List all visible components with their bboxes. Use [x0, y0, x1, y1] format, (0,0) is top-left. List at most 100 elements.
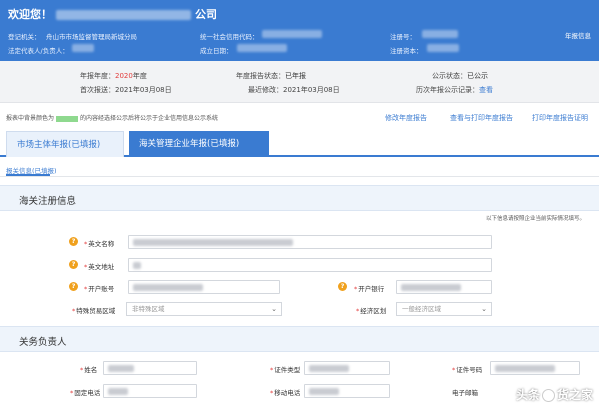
help-icon[interactable]: ? — [69, 237, 78, 246]
field-label-text: 证件类型 — [274, 366, 301, 374]
founded-label: 成立日期： — [200, 47, 233, 55]
public-status: 公示状态：已公示 — [432, 71, 488, 81]
english-name-input[interactable] — [128, 235, 492, 249]
english-address-input[interactable] — [128, 258, 492, 272]
public-status-label: 公示状态： — [432, 72, 467, 80]
first-submit-label: 首次报送： — [80, 86, 115, 94]
field-label-text: 电子邮箱 — [452, 389, 478, 397]
account-no-label: *开户账号 — [84, 285, 115, 293]
report-year-unit: 年度 — [132, 72, 147, 80]
last-modified-value: 2021年03月08日 — [283, 86, 340, 94]
redacted-value — [108, 388, 128, 395]
reg-authority-value: 舟山市市场监督管理局新城分局 — [46, 33, 137, 41]
special-zone-label: *特殊贸易区域 — [72, 307, 116, 315]
watermark-prefix: 头条 — [515, 388, 540, 402]
tab-label: 海关管理企业年报 — [139, 139, 208, 149]
fill-instruction-note: 以下信息请按照企业当前实际情况填写。 — [485, 216, 585, 222]
notice-prefix: 报表中背景颜色为 — [6, 115, 55, 122]
field-label-text: 固定电话 — [74, 389, 101, 397]
watermark-suffix: 货之家 — [556, 388, 593, 402]
report-status-bar: 年报年度：2020年度 首次报送：2021年03月08日 年度报告状态：已年报 … — [0, 61, 599, 103]
economic-zone-label: *经济区划 — [356, 307, 387, 315]
id-type-label: *证件类型 — [270, 366, 301, 374]
color-legend-notice: 报表中背景颜色为 的内容经选择公示后将公示于企业信用信息公示系统 — [6, 113, 218, 122]
redacted-founded-date — [237, 44, 287, 52]
english-name-label: *英文名称 — [84, 240, 115, 248]
divider — [0, 176, 599, 177]
annual-report-info-link[interactable]: 年报信息 — [565, 30, 591, 40]
redacted-value — [133, 239, 293, 246]
chevron-down-icon: ⌄ — [481, 305, 487, 313]
tab-customs-report[interactable]: 海关管理企业年报(已填报) — [129, 131, 269, 157]
print-certificate-link[interactable]: 打印年度报告证明 — [532, 113, 588, 123]
history-records: 历次年报公示记录：查看 — [416, 85, 493, 95]
account-no-input[interactable] — [128, 280, 280, 294]
report-year-label: 年报年度： — [80, 72, 115, 80]
redacted-value — [495, 365, 555, 372]
history-view-link[interactable]: 查看 — [479, 86, 493, 94]
bank-input[interactable] — [396, 280, 492, 294]
year-status-label: 年度报告状态： — [236, 72, 285, 80]
public-status-value: 已公示 — [467, 72, 488, 80]
field-label-text: 经济区划 — [360, 307, 387, 315]
section-title: 关务负责人 — [19, 337, 67, 348]
modify-report-link[interactable]: 修改年度报告 — [385, 113, 427, 123]
report-year: 年报年度：2020年度 — [80, 71, 147, 81]
help-icon[interactable]: ? — [338, 282, 347, 291]
redacted-reg-no — [422, 30, 458, 38]
english-address-label: *英文地址 — [84, 263, 115, 271]
select-value: 非特殊区域 — [132, 305, 165, 313]
report-year-value: 2020 — [115, 72, 133, 80]
field-label-text: 英文地址 — [88, 263, 115, 271]
reg-no-label: 注册号： — [390, 33, 416, 41]
special-zone-select[interactable]: 非特殊区域 ⌄ — [126, 302, 282, 316]
history-label: 历次年报公示记录： — [416, 86, 479, 94]
field-label-text: 开户账号 — [88, 285, 115, 293]
field-label-text: 姓名 — [84, 366, 98, 374]
name-label: *姓名 — [80, 366, 98, 374]
customs-contact-header: 关务负责人 — [0, 326, 599, 352]
redacted-company-name — [56, 10, 191, 20]
view-print-report-link[interactable]: 查看与打印年度报告 — [450, 113, 513, 123]
welcome-suffix: 公司 — [195, 8, 217, 21]
name-input[interactable] — [103, 361, 197, 375]
avatar-icon — [541, 389, 555, 402]
notice-suffix: 的内容经选择公示后将公示于企业信用信息公示系统 — [80, 115, 219, 122]
tab-market-entity-report[interactable]: 市场主体年报(已填报) — [6, 131, 124, 157]
section-title: 海关注册信息 — [19, 196, 77, 207]
id-type-select[interactable] — [304, 361, 390, 375]
tab-status: (已填报) — [68, 140, 101, 150]
tab-status: (已填报) — [207, 139, 240, 149]
legal-rep-label: 法定代表人/负责人： — [8, 47, 69, 55]
last-modified-label: 最近修改： — [248, 86, 283, 94]
id-no-label: *证件号码 — [452, 366, 483, 374]
help-icon[interactable]: ? — [69, 260, 78, 269]
field-label-text: 英文名称 — [88, 240, 115, 248]
redacted-value — [133, 262, 141, 269]
first-submit-value: 2021年03月08日 — [115, 86, 172, 94]
highlight-color-swatch — [56, 115, 79, 122]
help-icon[interactable]: ? — [69, 282, 78, 291]
field-label-text: 开户银行 — [358, 285, 385, 293]
last-modified: 最近修改：2021年03月08日 — [248, 85, 340, 95]
capital-label: 注册资本： — [390, 47, 423, 55]
bank-label: *开户银行 — [354, 285, 385, 293]
mobile-input[interactable] — [304, 384, 390, 398]
welcome-heading: 欢迎您！ 公司 — [8, 6, 217, 22]
id-no-input[interactable] — [490, 361, 580, 375]
field-label-text: 证件号码 — [456, 366, 483, 374]
redacted-credit-code — [262, 30, 322, 38]
email-label: 电子邮箱 — [452, 387, 478, 397]
economic-zone-select[interactable]: 一般经济区域 ⌄ — [396, 302, 492, 316]
tab-label: 市场主体年报 — [17, 140, 69, 150]
year-status-value: 已年报 — [285, 72, 306, 80]
redacted-legal-rep — [72, 44, 94, 52]
redacted-capital — [427, 44, 459, 52]
redacted-value — [309, 365, 349, 372]
watermark: 头条 货之家 — [516, 386, 593, 403]
field-label-text: 移动电话 — [274, 389, 301, 397]
landline-label: *固定电话 — [70, 389, 101, 397]
redacted-value — [133, 284, 203, 291]
landline-input[interactable] — [103, 384, 197, 398]
welcome-prefix: 欢迎您！ — [8, 8, 52, 21]
